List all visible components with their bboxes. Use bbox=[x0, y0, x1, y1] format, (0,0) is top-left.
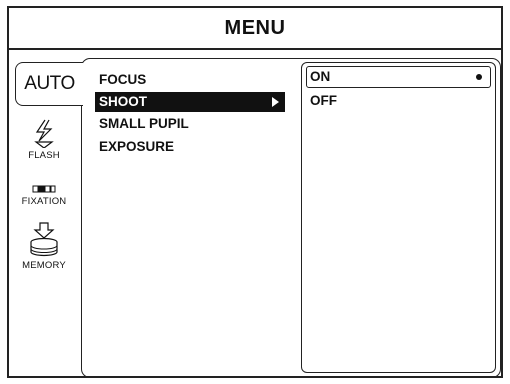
tab-flash[interactable]: FLASH bbox=[11, 118, 77, 161]
menu-item-label: FOCUS bbox=[99, 72, 147, 87]
tab-auto-label: AUTO bbox=[24, 73, 75, 94]
title-bar: MENU bbox=[9, 8, 501, 50]
fixation-icon bbox=[32, 185, 56, 193]
menu-item-label: SMALL PUPIL bbox=[99, 116, 189, 131]
menu-title: MENU bbox=[224, 16, 286, 39]
mode-tabs: AUTO FLASH FIXATION MEMORY bbox=[9, 58, 83, 378]
menu-item-exposure[interactable]: EXPOSURE bbox=[95, 136, 285, 158]
selected-dot-icon bbox=[476, 74, 482, 80]
option-label: OFF bbox=[310, 93, 337, 108]
menu-item-label: SHOOT bbox=[99, 94, 148, 109]
tab-memory[interactable]: MEMORY bbox=[11, 222, 77, 271]
menu-list: FOCUS SHOOT SMALL PUPIL EXPOSURE bbox=[95, 69, 285, 159]
option-off[interactable]: OFF bbox=[302, 90, 495, 112]
tab-flash-label: FLASH bbox=[28, 150, 60, 161]
tab-fixation[interactable]: FIXATION bbox=[11, 184, 77, 207]
menu-item-focus[interactable]: FOCUS bbox=[95, 69, 285, 91]
menu-screen: MENU AUTO FLASH FIXATION MEMORY FOCUS SH… bbox=[7, 6, 503, 378]
menu-item-shoot[interactable]: SHOOT bbox=[95, 92, 285, 112]
option-on[interactable]: ON bbox=[306, 66, 491, 88]
menu-item-label: EXPOSURE bbox=[99, 139, 175, 154]
memory-icon bbox=[30, 222, 58, 257]
tab-auto[interactable]: AUTO bbox=[15, 62, 83, 106]
submenu-arrow-icon bbox=[272, 97, 279, 107]
tab-memory-label: MEMORY bbox=[22, 260, 66, 271]
option-label: ON bbox=[310, 69, 331, 84]
flash-icon bbox=[34, 119, 54, 148]
options-panel: ON OFF bbox=[301, 62, 496, 373]
menu-item-small-pupil[interactable]: SMALL PUPIL bbox=[95, 113, 285, 135]
tab-fixation-label: FIXATION bbox=[21, 196, 67, 207]
